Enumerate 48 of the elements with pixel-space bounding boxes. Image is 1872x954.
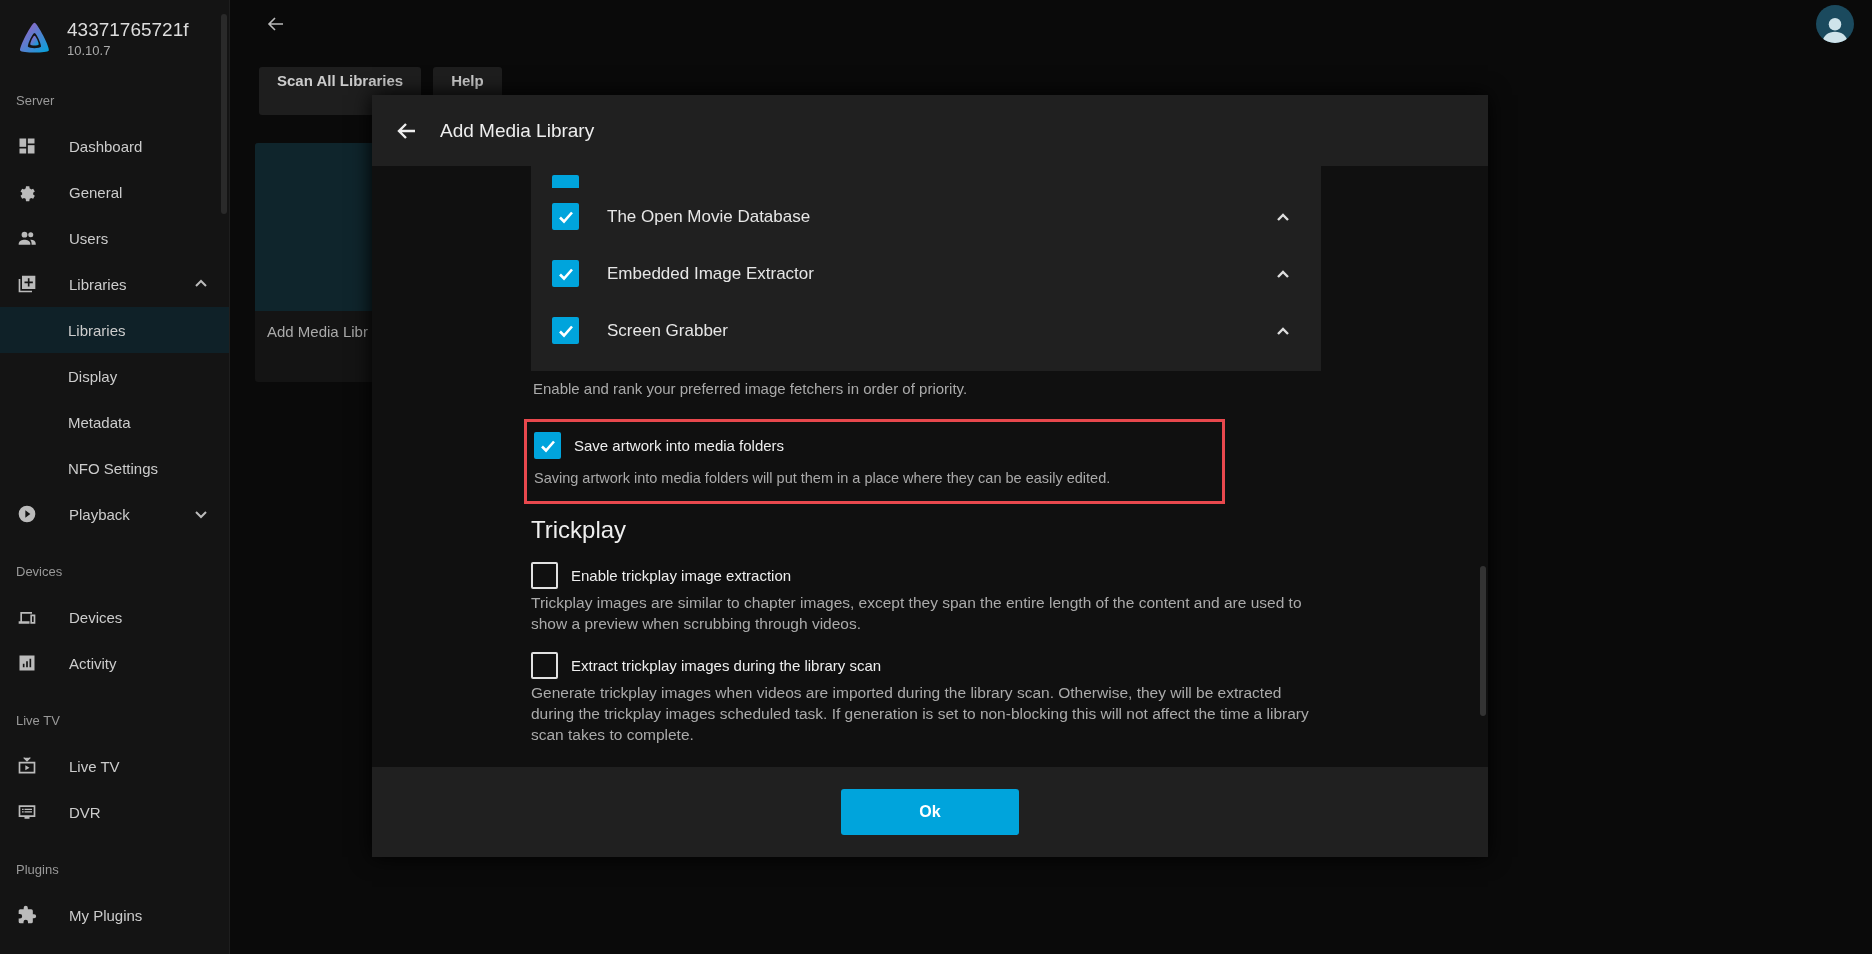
option-description: Generate trickplay images when videos are imported during the library scan. Otherwise, they will be extracted during the trickplay images scheduled task. If generation is set to non-blocking this will not affect the time a library scan takes to complete. — [531, 683, 1310, 745]
nav-item[interactable]: Activity — [0, 640, 229, 686]
nav-item[interactable]: DVR — [0, 789, 229, 835]
nav-subitem[interactable]: Libraries — [0, 307, 229, 353]
nav-item[interactable]: Dashboard — [0, 123, 229, 169]
checkbox[interactable] — [552, 260, 579, 287]
nav-item[interactable]: Live TV — [0, 743, 229, 789]
card-label: Add Media Libr — [266, 322, 369, 342]
dashboard-icon — [17, 136, 37, 156]
tv-icon — [17, 756, 37, 776]
section-header: Plugins — [15, 860, 60, 879]
checkbox[interactable] — [534, 432, 561, 459]
section-header: Devices — [15, 562, 64, 581]
section-title: Trickplay — [531, 516, 628, 544]
nav-subitem[interactable]: Metadata — [0, 399, 229, 445]
nav-item[interactable]: Playback — [0, 491, 229, 537]
checkbox[interactable] — [531, 652, 558, 679]
nav-item[interactable]: Users — [0, 215, 229, 261]
server-version: 10.10.7 — [67, 43, 112, 58]
fetcher-label: The Open Movie Database — [607, 206, 812, 227]
nav-subitem[interactable]: NFO Settings — [0, 445, 229, 491]
checkbox[interactable] — [531, 562, 558, 589]
nav-item[interactable]: Devices — [0, 594, 229, 640]
nav-subitem[interactable]: Display — [0, 353, 229, 399]
fetcher-label: Embedded Image Extractor — [607, 263, 815, 284]
dialog-title: Add Media Library — [440, 119, 595, 142]
checkbox[interactable] — [552, 317, 579, 344]
play-icon — [17, 504, 37, 524]
nav-item[interactable]: General — [0, 169, 229, 215]
user-avatar[interactable] — [1816, 5, 1854, 43]
chart-icon — [17, 653, 37, 673]
hint-text: Enable and rank your preferred image fetchers in order of priority. — [533, 380, 969, 397]
library-icon — [17, 274, 37, 294]
section-header: Server — [15, 91, 56, 110]
puzzle-icon — [17, 905, 37, 925]
nav-item[interactable]: My Plugins — [0, 892, 229, 938]
scrollbar[interactable] — [1480, 566, 1486, 716]
option-description: Trickplay images are similar to chapter images, except they span the entire length of the content and are used to show a preview when scrubbing through videos. — [531, 593, 1303, 634]
checkbox-label: Enable trickplay image extraction — [571, 567, 792, 584]
nav-item[interactable]: Libraries — [0, 261, 229, 307]
checkbox-label: Extract trickplay images during the library scan — [571, 657, 882, 674]
dvr-icon — [17, 802, 37, 822]
fetcher-label: Screen Grabber — [607, 320, 729, 341]
checkbox[interactable] — [552, 203, 579, 230]
option-description: Saving artwork into media folders will put them in a place where they can be easily edited. — [534, 469, 1112, 488]
server-name: 43371765721f — [67, 19, 189, 41]
checkbox-label: Save artwork into media folders — [574, 437, 785, 454]
section-header: Live TV — [15, 711, 61, 730]
